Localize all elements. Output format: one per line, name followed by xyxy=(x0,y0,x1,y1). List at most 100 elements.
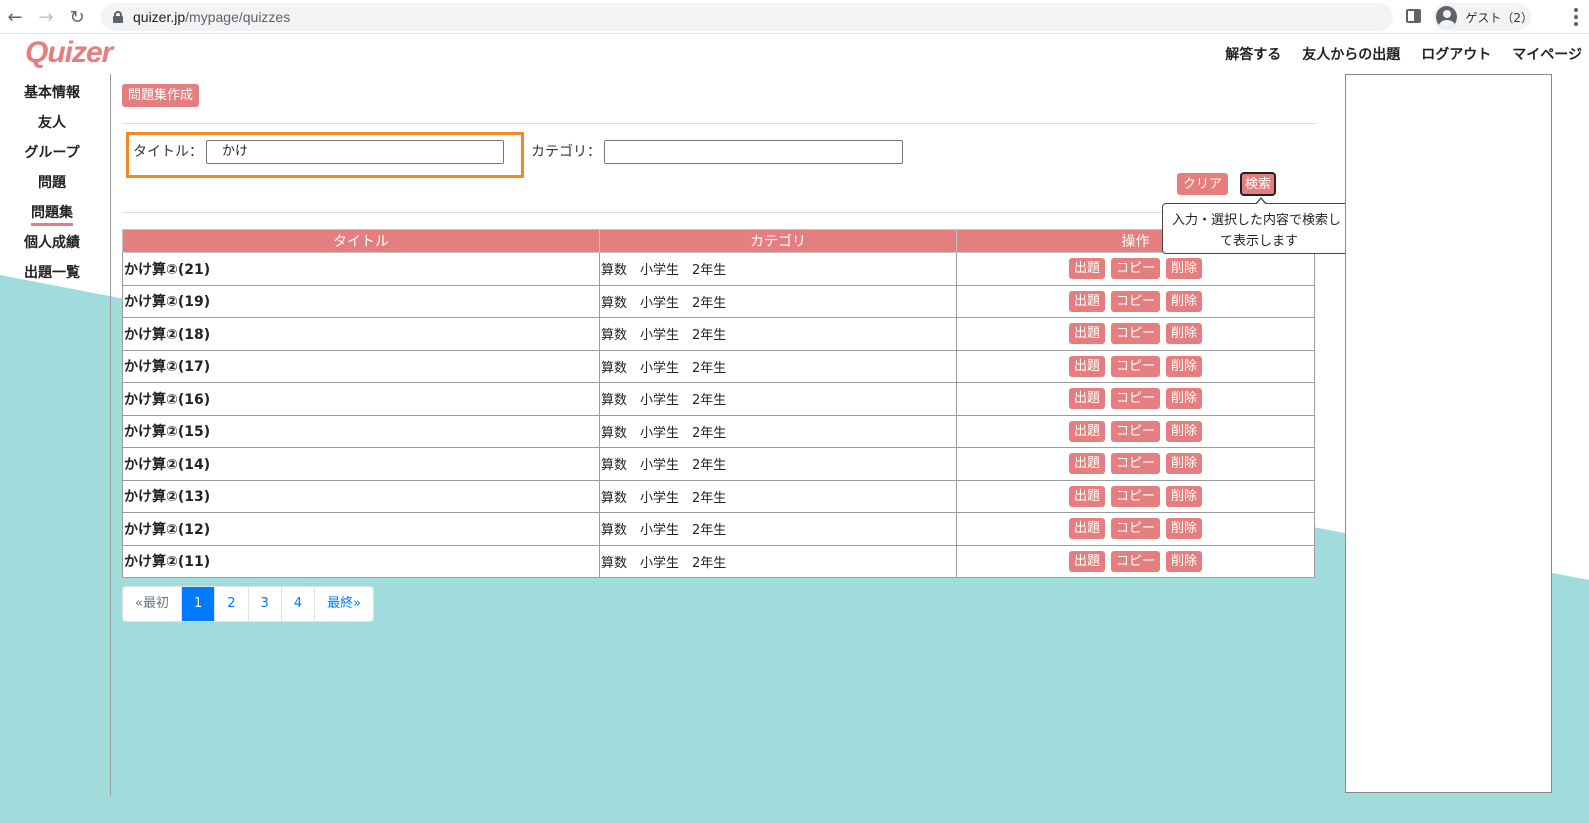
title-search-input[interactable]: かけ xyxy=(206,140,504,164)
copy-button[interactable]: コピー xyxy=(1110,550,1160,572)
delete-button[interactable]: 削除 xyxy=(1166,290,1203,312)
cell-title: かけ算②(17) xyxy=(122,349,600,383)
table-row: かけ算②(13) 算数 小学生 2年生 出題 コピー 削除 xyxy=(122,479,1315,513)
cell-actions: 出題 コピー 削除 xyxy=(956,414,1315,448)
sidebar-item-personal-results[interactable]: 個人成績 xyxy=(0,232,104,262)
table-row: かけ算②(12) 算数 小学生 2年生 出題 コピー 削除 xyxy=(122,512,1315,546)
assign-button[interactable]: 出題 xyxy=(1068,388,1105,410)
delete-button[interactable]: 削除 xyxy=(1166,258,1203,280)
copy-button[interactable]: コピー xyxy=(1110,485,1160,507)
delete-button[interactable]: 削除 xyxy=(1166,355,1203,377)
sidebar-item-friends[interactable]: 友人 xyxy=(0,112,104,142)
profile-button[interactable]: ゲスト（2） xyxy=(1433,3,1533,31)
cell-title: かけ算②(14) xyxy=(122,447,600,481)
nav-answer[interactable]: 解答する xyxy=(1225,44,1281,64)
search-button[interactable]: 検索 xyxy=(1239,172,1277,196)
cell-title: かけ算②(18) xyxy=(122,317,600,351)
pagination-last[interactable]: 最終» xyxy=(315,587,373,621)
table-row: かけ算②(21) 算数 小学生 2年生 出題 コピー 削除 xyxy=(122,252,1315,286)
copy-button[interactable]: コピー xyxy=(1110,420,1160,442)
nav-logout[interactable]: ログアウト xyxy=(1421,44,1491,64)
assign-button[interactable]: 出題 xyxy=(1068,355,1105,377)
pagination: «最初 1 2 3 4 最終» xyxy=(122,586,375,622)
avatar-icon xyxy=(1436,6,1458,28)
pagination-page-2[interactable]: 2 xyxy=(215,587,249,621)
delete-button[interactable]: 削除 xyxy=(1166,453,1203,475)
cell-category: 算数 小学生 2年生 xyxy=(599,349,957,383)
cell-category: 算数 小学生 2年生 xyxy=(599,544,957,578)
cell-actions: 出題 コピー 削除 xyxy=(956,382,1315,416)
delete-button[interactable]: 削除 xyxy=(1166,420,1203,442)
cell-actions: 出題 コピー 削除 xyxy=(956,284,1315,318)
sidebar-item-assignment-list[interactable]: 出題一覧 xyxy=(0,262,104,292)
profile-label: ゲスト（2） xyxy=(1465,10,1533,25)
assign-button[interactable]: 出題 xyxy=(1068,290,1105,312)
copy-button[interactable]: コピー xyxy=(1110,290,1160,312)
logo[interactable]: Quizer xyxy=(25,36,113,70)
address-bar[interactable]: quizer.jp/mypage/quizzes xyxy=(101,3,1393,31)
sidebar-item-questions[interactable]: 問題 xyxy=(0,172,104,202)
forward-arrow-icon[interactable]: → xyxy=(35,6,57,28)
nav-mypage[interactable]: マイページ xyxy=(1512,44,1582,64)
clear-button[interactable]: クリア xyxy=(1177,173,1229,195)
assign-button[interactable]: 出題 xyxy=(1068,420,1105,442)
copy-button[interactable]: コピー xyxy=(1110,355,1160,377)
assign-button[interactable]: 出題 xyxy=(1068,323,1105,345)
top-nav: 解答する 友人からの出題 ログアウト マイページ xyxy=(1225,44,1582,64)
browser-toolbar: ← → ↻ quizer.jp/mypage/quizzes ゲスト（2） xyxy=(0,0,1589,34)
delete-button[interactable]: 削除 xyxy=(1166,485,1203,507)
table-row: かけ算②(19) 算数 小学生 2年生 出題 コピー 削除 xyxy=(122,284,1315,318)
right-ad-panel xyxy=(1345,74,1552,793)
cell-category: 算数 小学生 2年生 xyxy=(599,317,957,351)
cell-actions: 出題 コピー 削除 xyxy=(956,544,1315,578)
pagination-page-3[interactable]: 3 xyxy=(249,587,282,621)
sidebar: 基本情報 友人 グループ 問題 問題集 個人成績 出題一覧 xyxy=(0,82,110,292)
cell-title: かけ算②(15) xyxy=(122,414,600,448)
delete-button[interactable]: 削除 xyxy=(1166,388,1203,410)
sidebar-item-question-sets[interactable]: 問題集 xyxy=(0,202,104,232)
pagination-first[interactable]: «最初 xyxy=(123,587,182,621)
category-search-input[interactable] xyxy=(604,140,903,164)
cell-category: 算数 小学生 2年生 xyxy=(599,479,957,513)
cell-actions: 出題 コピー 削除 xyxy=(956,317,1315,351)
column-header-title: タイトル xyxy=(122,229,600,253)
delete-button[interactable]: 削除 xyxy=(1166,323,1203,345)
nav-from-friends[interactable]: 友人からの出題 xyxy=(1302,44,1400,64)
create-question-set-button[interactable]: 問題集作成 xyxy=(122,84,200,107)
copy-button[interactable]: コピー xyxy=(1110,323,1160,345)
table-header-row: タイトル カテゴリ 操作 xyxy=(122,229,1315,253)
pagination-page-1[interactable]: 1 xyxy=(181,587,216,621)
pagination-page-4[interactable]: 4 xyxy=(282,587,316,621)
assign-button[interactable]: 出題 xyxy=(1068,453,1105,475)
delete-button[interactable]: 削除 xyxy=(1166,518,1203,540)
back-arrow-icon[interactable]: ← xyxy=(4,6,26,28)
copy-button[interactable]: コピー xyxy=(1110,518,1160,540)
divider xyxy=(122,123,1315,124)
cell-actions: 出題 コピー 削除 xyxy=(956,447,1315,481)
side-panel-icon[interactable] xyxy=(1406,9,1421,23)
assign-button[interactable]: 出題 xyxy=(1068,550,1105,572)
table-row: かけ算②(18) 算数 小学生 2年生 出題 コピー 削除 xyxy=(122,317,1315,351)
tooltip-text-line1: 入力・選択した内容で検索し xyxy=(1172,213,1342,228)
menu-kebab-icon[interactable] xyxy=(1568,8,1584,26)
assign-button[interactable]: 出題 xyxy=(1068,485,1105,507)
table-row: かけ算②(14) 算数 小学生 2年生 出題 コピー 削除 xyxy=(122,447,1315,481)
assign-button[interactable]: 出題 xyxy=(1068,258,1105,280)
copy-button[interactable]: コピー xyxy=(1110,258,1160,280)
copy-button[interactable]: コピー xyxy=(1110,388,1160,410)
cell-category: 算数 小学生 2年生 xyxy=(599,284,957,318)
cell-category: 算数 小学生 2年生 xyxy=(599,512,957,546)
delete-button[interactable]: 削除 xyxy=(1166,550,1203,572)
copy-button[interactable]: コピー xyxy=(1110,453,1160,475)
divider xyxy=(122,212,1315,213)
category-label: カテゴリ： xyxy=(531,144,601,160)
table-row: かけ算②(15) 算数 小学生 2年生 出題 コピー 削除 xyxy=(122,414,1315,448)
cell-actions: 出題 コピー 削除 xyxy=(956,479,1315,513)
reload-icon[interactable]: ↻ xyxy=(66,6,88,28)
table-row: かけ算②(16) 算数 小学生 2年生 出題 コピー 削除 xyxy=(122,382,1315,416)
assign-button[interactable]: 出題 xyxy=(1068,518,1105,540)
cell-category: 算数 小学生 2年生 xyxy=(599,252,957,286)
cell-actions: 出題 コピー 削除 xyxy=(956,349,1315,383)
sidebar-item-groups[interactable]: グループ xyxy=(0,142,104,172)
sidebar-item-basic-info[interactable]: 基本情報 xyxy=(0,82,104,112)
